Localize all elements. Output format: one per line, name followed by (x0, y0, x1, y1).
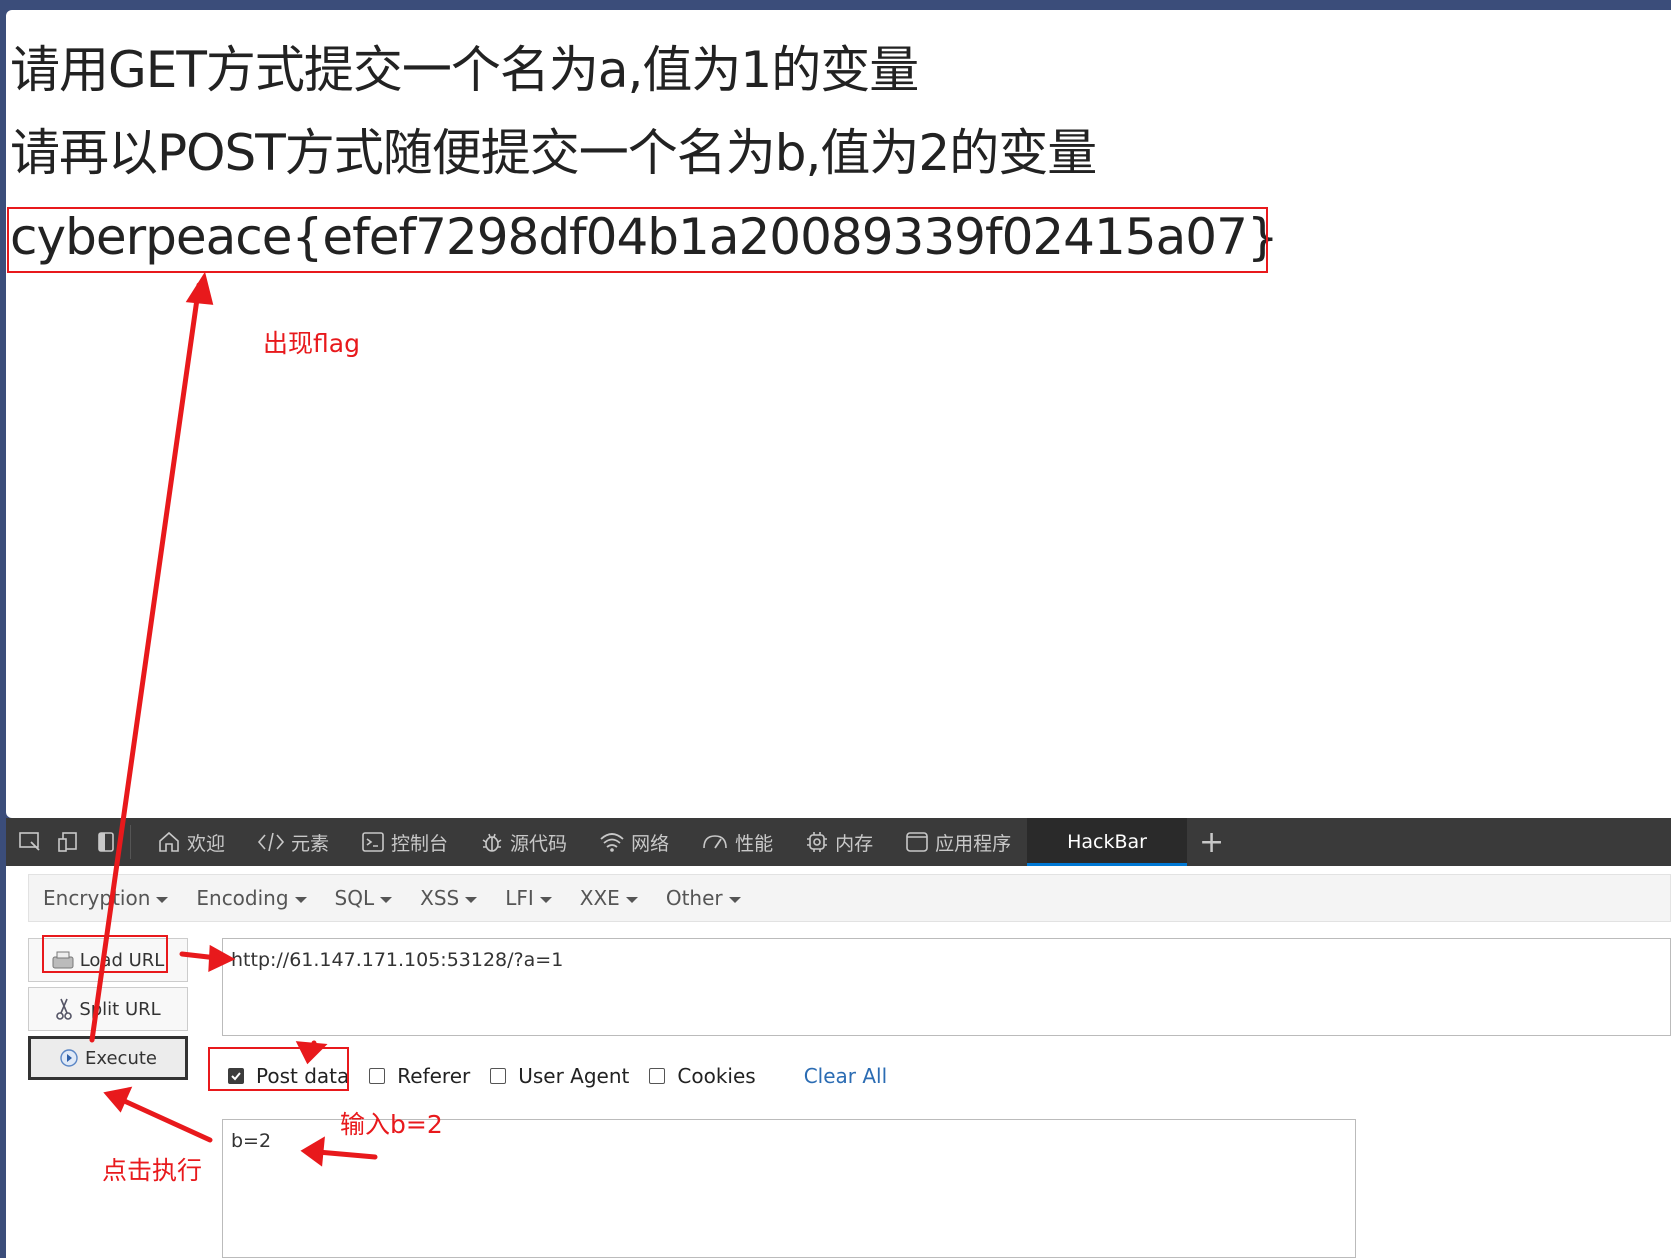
tab-label: 性能 (735, 832, 774, 855)
bug-icon (482, 833, 502, 852)
url-textarea[interactable]: http://61.147.171.105:53128/?a=1 (222, 938, 1671, 1036)
cookies-label: Cookies (677, 1064, 756, 1088)
web-page: 请用GET方式提交一个名为a,值为1的变量 请再以POST方式随便提交一个名为b… (6, 10, 1671, 818)
user-agent-label: User Agent (518, 1064, 630, 1088)
chevron-down-icon (380, 896, 393, 903)
tab-label: 元素 (291, 832, 330, 855)
play-icon (60, 1049, 78, 1067)
tab-performance[interactable]: 性能 (685, 818, 789, 866)
flag-highlight-box (7, 207, 1268, 273)
chevron-down-icon (465, 896, 478, 903)
input-note: 输入b=2 (340, 1110, 443, 1139)
instruction-get: 请用GET方式提交一个名为a,值为1的变量 (10, 41, 919, 99)
chip-icon (807, 832, 828, 852)
tab-network[interactable]: 网络 (583, 818, 685, 866)
menu-xxe[interactable]: XXE (566, 886, 652, 910)
execute-label: Execute (85, 1047, 157, 1069)
flag-note: 出现flag (263, 329, 360, 358)
console-icon (362, 832, 384, 852)
chevron-down-icon (625, 896, 638, 903)
chevron-down-icon (539, 896, 552, 903)
code-icon (257, 832, 285, 852)
tab-label: 控制台 (391, 832, 449, 855)
menu-lfi[interactable]: LFI (491, 886, 566, 910)
tab-label: 应用程序 (935, 832, 1012, 855)
split-url-label: Split URL (79, 998, 161, 1020)
chevron-down-icon (156, 896, 169, 903)
load-url-highlight-box (42, 935, 168, 973)
split-url-button[interactable]: Split URL (28, 987, 188, 1031)
toolbar-divider (130, 825, 131, 859)
referer-label: Referer (397, 1064, 471, 1088)
menu-sql[interactable]: SQL (321, 886, 407, 910)
tab-console[interactable]: 控制台 (345, 818, 464, 866)
hackbar-menu: Encryption Encoding SQL XSS LFI XXE Othe… (28, 874, 1671, 922)
add-tab-icon[interactable]: + (1187, 825, 1236, 860)
user-agent-option[interactable]: User Agent (490, 1064, 629, 1088)
tab-label: HackBar (1067, 831, 1147, 853)
chevron-down-icon (294, 896, 307, 903)
click-note: 点击执行 (102, 1156, 203, 1185)
tab-hackbar[interactable]: HackBar (1027, 818, 1187, 866)
tab-application[interactable]: 应用程序 (889, 818, 1027, 866)
sidebar-toggle-icon[interactable] (92, 828, 120, 856)
home-icon (159, 831, 179, 852)
tab-label: 内存 (835, 832, 874, 855)
scissors-icon (56, 998, 73, 1020)
wifi-icon (600, 833, 624, 852)
menu-encryption[interactable]: Encryption (29, 886, 182, 910)
menu-encoding[interactable]: Encoding (182, 886, 320, 910)
clear-all-button[interactable]: Clear All (804, 1064, 887, 1088)
app-icon (906, 832, 928, 852)
device-emulation-icon[interactable] (54, 828, 82, 856)
cookies-checkbox[interactable] (649, 1068, 666, 1084)
tab-sources[interactable]: 源代码 (464, 818, 583, 866)
tab-welcome[interactable]: 欢迎 (141, 818, 241, 866)
referer-option[interactable]: Referer (369, 1064, 470, 1088)
instruction-post: 请再以POST方式随便提交一个名为b,值为2的变量 (10, 124, 1097, 182)
tab-label: 网络 (631, 832, 670, 855)
menu-xss[interactable]: XSS (406, 886, 491, 910)
gauge-icon (703, 835, 727, 849)
tab-label: 源代码 (510, 832, 568, 855)
chevron-down-icon (728, 896, 741, 903)
post-data-highlight-box (208, 1047, 349, 1091)
menu-other[interactable]: Other (652, 886, 755, 910)
tab-memory[interactable]: 内存 (789, 818, 889, 866)
inspect-icon[interactable] (16, 828, 44, 856)
devtools-tab-bar: 欢迎 元素 控制台 源代码 网络 性能 内存 应用程序 HackBar + (6, 818, 1671, 866)
user-agent-checkbox[interactable] (490, 1068, 507, 1084)
tab-elements[interactable]: 元素 (241, 818, 345, 866)
execute-button[interactable]: Execute (28, 1036, 188, 1080)
tab-label: 欢迎 (187, 832, 226, 855)
referer-checkbox[interactable] (369, 1068, 386, 1084)
cookies-option[interactable]: Cookies (649, 1064, 756, 1088)
